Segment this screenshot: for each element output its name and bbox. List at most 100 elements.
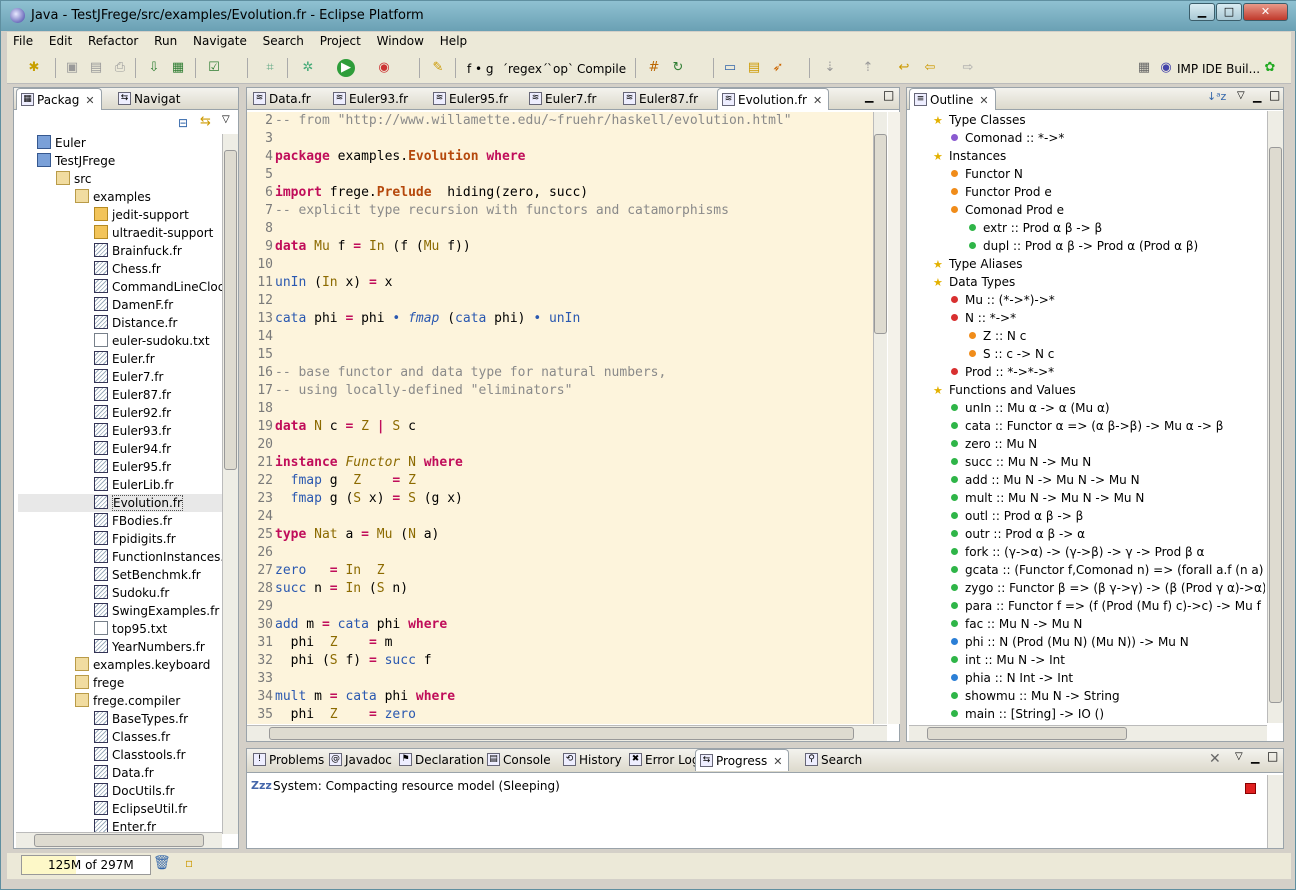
outline-item[interactable]: Z :: N c bbox=[933, 327, 1265, 345]
new-icon[interactable]: ✱ bbox=[25, 59, 43, 77]
tree-item[interactable]: EulerLib.fr bbox=[18, 476, 222, 494]
tree-item[interactable]: Euler87.fr bbox=[18, 386, 222, 404]
outline-item[interactable]: zero :: Mu N bbox=[933, 435, 1265, 453]
close-icon[interactable]: ✕ bbox=[979, 94, 988, 107]
tab-javadoc[interactable]: @ Javadoc bbox=[325, 749, 398, 771]
tree-item[interactable]: DamenF.fr bbox=[18, 296, 222, 314]
tree-item[interactable]: examples bbox=[18, 188, 222, 206]
menu-window[interactable]: Window bbox=[371, 32, 430, 48]
code-area[interactable]: 2 -- from "http://www.willamette.edu/~fru… bbox=[247, 112, 873, 724]
tree-item[interactable]: Euler7.fr bbox=[18, 368, 222, 386]
outline-item[interactable]: showmu :: Mu N -> String bbox=[933, 687, 1265, 705]
menu-file[interactable]: File bbox=[7, 32, 39, 48]
editor-tab[interactable]: ≋ Euler93.fr bbox=[329, 88, 414, 110]
tree-item[interactable]: Sudoku.fr bbox=[18, 584, 222, 602]
tree-item[interactable]: Fpidigits.fr bbox=[18, 530, 222, 548]
tree-item[interactable]: Euler92.fr bbox=[18, 404, 222, 422]
back-icon[interactable]: ⇦ bbox=[921, 59, 939, 77]
outline-item[interactable]: succ :: Mu N -> Mu N bbox=[933, 453, 1265, 471]
outline-item[interactable]: gcata :: (Functor f,Comonad n) => (foral… bbox=[933, 561, 1265, 579]
tree-item[interactable]: FBodies.fr bbox=[18, 512, 222, 530]
tab-package-explorer[interactable]: ▦ Packag ✕ bbox=[16, 88, 102, 110]
editor-vertical-scrollbar[interactable] bbox=[873, 112, 887, 724]
tree-item[interactable]: BaseTypes.fr bbox=[18, 710, 222, 728]
tree-item[interactable]: DocUtils.fr bbox=[18, 782, 222, 800]
editor-tab[interactable]: ≋ Euler87.fr bbox=[619, 88, 704, 110]
outline-item[interactable]: Mu :: (*->*)->* bbox=[933, 291, 1265, 309]
export-icon[interactable]: ▦ bbox=[169, 59, 187, 77]
tab-navigator[interactable]: ⇆ Navigat bbox=[114, 88, 186, 110]
menu-search[interactable]: Search bbox=[257, 32, 310, 48]
menu-run[interactable]: Run bbox=[148, 32, 183, 48]
minimize-editor-icon[interactable]: ▁ bbox=[865, 90, 873, 103]
close-icon[interactable]: ✕ bbox=[813, 94, 822, 107]
last-edit-icon[interactable]: ↩ bbox=[895, 59, 913, 77]
outline-item[interactable]: N :: *->* bbox=[933, 309, 1265, 327]
tree-item[interactable]: SwingExamples.fr bbox=[18, 602, 222, 620]
menu-help[interactable]: Help bbox=[434, 32, 473, 48]
outline-item[interactable]: Functor N bbox=[933, 165, 1265, 183]
brush-icon[interactable]: ✎ bbox=[429, 59, 447, 77]
tree-item[interactable]: frege.compiler bbox=[18, 692, 222, 710]
maximize-outline-icon[interactable]: □ bbox=[1269, 88, 1280, 102]
outline-item[interactable]: Functor Prod e bbox=[933, 183, 1265, 201]
tree-item[interactable]: SetBenchmk.fr bbox=[18, 566, 222, 584]
outline-item[interactable]: fac :: Mu N -> Mu N bbox=[933, 615, 1265, 633]
outline-horizontal-scrollbar[interactable] bbox=[909, 725, 1267, 741]
outline-item[interactable]: add :: Mu N -> Mu N -> Mu N bbox=[933, 471, 1265, 489]
outline-item[interactable]: phi :: N (Prod (Mu N) (Mu N)) -> Mu N bbox=[933, 633, 1265, 651]
fg-compose-button[interactable]: f • g bbox=[467, 62, 494, 76]
view-menu-icon[interactable]: ▽ bbox=[222, 114, 230, 125]
view-menu-icon[interactable]: ▽ bbox=[1235, 751, 1243, 762]
open-perspective-icon[interactable]: ▦ bbox=[1135, 59, 1153, 77]
outline-item[interactable]: ★ Data Types bbox=[933, 273, 1265, 291]
tree-item[interactable]: CommandLineClocl bbox=[18, 278, 222, 296]
print-icon[interactable]: ⎙ bbox=[111, 59, 129, 77]
outline-item[interactable]: ★ Functions and Values bbox=[933, 381, 1265, 399]
outline-item[interactable]: main :: [String] -> IO () bbox=[933, 705, 1265, 723]
outline-vertical-scrollbar[interactable] bbox=[1267, 111, 1283, 723]
remove-all-finished-icon[interactable]: ✕ bbox=[1209, 751, 1221, 767]
run-icon[interactable]: ▶ bbox=[337, 59, 355, 77]
compile-button[interactable]: Compile bbox=[577, 62, 626, 76]
tree-item[interactable]: Brainfuck.fr bbox=[18, 242, 222, 260]
minimize-button[interactable]: ▁ bbox=[1189, 3, 1215, 21]
editor-horizontal-scrollbar[interactable] bbox=[247, 725, 887, 741]
tree-item[interactable]: Distance.fr bbox=[18, 314, 222, 332]
tree-item[interactable]: Evolution.fr bbox=[18, 494, 222, 512]
tab-problems[interactable]: ! Problems bbox=[249, 749, 330, 771]
tree-item[interactable]: frege bbox=[18, 674, 222, 692]
tree-item[interactable]: euler-sudoku.txt bbox=[18, 332, 222, 350]
tree-item[interactable]: YearNumbers.fr bbox=[18, 638, 222, 656]
maximize-bottom-icon[interactable]: □ bbox=[1267, 749, 1278, 763]
menu-edit[interactable]: Edit bbox=[43, 32, 78, 48]
next-annotation-icon[interactable]: ⇣ bbox=[821, 59, 839, 77]
stop-icon[interactable] bbox=[1245, 783, 1256, 794]
tab-declaration[interactable]: ⚑ Declaration bbox=[395, 749, 490, 771]
tree-item[interactable]: TestJFrege bbox=[18, 152, 222, 170]
tree-item[interactable]: Euler.fr bbox=[18, 350, 222, 368]
heap-status[interactable]: 125M of 297M bbox=[21, 855, 151, 875]
tree-item[interactable]: EclipseUtil.fr bbox=[18, 800, 222, 818]
op-button[interactable]: `op` bbox=[547, 62, 574, 76]
tree-item[interactable]: Euler bbox=[18, 134, 222, 152]
outline-item[interactable]: zygo :: Functor β => (β γ->γ) -> (β (Pro… bbox=[933, 579, 1265, 597]
outline-item[interactable]: ★ Type Aliases bbox=[933, 255, 1265, 273]
tree-item[interactable]: Euler93.fr bbox=[18, 422, 222, 440]
menu-project[interactable]: Project bbox=[314, 32, 367, 48]
tab-progress[interactable]: ⇆ Progress ✕ bbox=[695, 749, 790, 771]
link-editor-icon[interactable]: ⇆ bbox=[200, 114, 211, 129]
import-icon[interactable]: ⇩ bbox=[145, 59, 163, 77]
regex-button[interactable]: ´regex´ bbox=[502, 62, 548, 76]
close-icon[interactable]: ✕ bbox=[85, 94, 94, 107]
outline-item[interactable]: int :: Mu N -> Int bbox=[933, 651, 1265, 669]
garbage-collect-icon[interactable]: 🗑 bbox=[153, 855, 171, 871]
imp-perspective-icon[interactable]: ◉ bbox=[1157, 59, 1175, 77]
open-type-icon[interactable]: ⌗ bbox=[261, 59, 279, 77]
menu-navigate[interactable]: Navigate bbox=[187, 32, 253, 48]
task-checkbox-icon[interactable]: ☑ bbox=[205, 59, 223, 77]
tree-item[interactable]: ultraedit-support bbox=[18, 224, 222, 242]
outline-item[interactable]: ★ Type Classes bbox=[933, 111, 1265, 129]
outline-item[interactable]: ★ Instances bbox=[933, 147, 1265, 165]
scrollbar-thumb[interactable] bbox=[224, 150, 237, 470]
